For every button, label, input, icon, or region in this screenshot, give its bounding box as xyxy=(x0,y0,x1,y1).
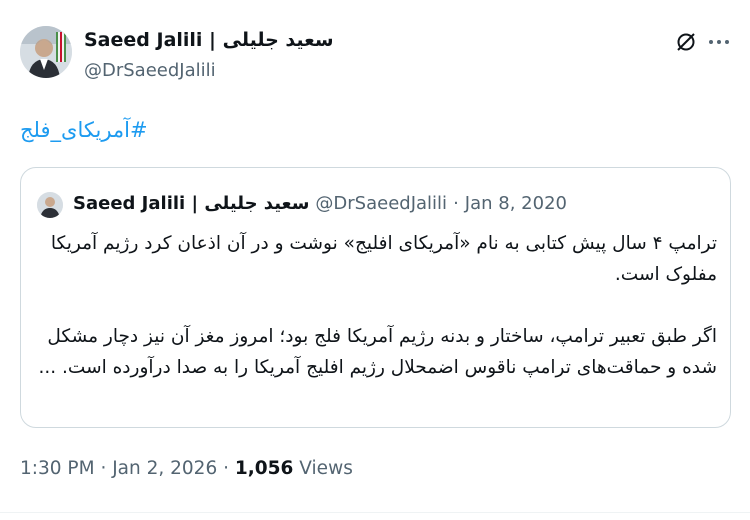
quoted-author-avatar xyxy=(37,192,63,218)
quoted-paragraph-1: ترامپ ۴ سال پیش کتابی به نام «آمریکای اف… xyxy=(50,233,717,285)
quoted-paragraph-2: اگر طبق تعبیر ترامپ، ساختار و بدنه رژیم … xyxy=(38,326,717,378)
grok-icon[interactable] xyxy=(674,30,698,54)
quoted-tweet-header: Saeed Jalili | سعید جلیلی @DrSaeedJalili… xyxy=(73,193,567,214)
quoted-tweet-text: ترامپ ۴ سال پیش کتابی به نام «آمریکای اف… xyxy=(37,228,717,383)
meta-separator: · xyxy=(100,458,113,479)
quoted-dot-separator: · xyxy=(453,193,459,214)
quoted-avatar-photo-icon xyxy=(37,192,63,218)
hashtag-link[interactable]: #آمریکای_فلج xyxy=(20,118,148,142)
tweet-meta: 1:30 PM · Jan 2, 2026 · 1,056 Views xyxy=(20,458,353,479)
tweet-date[interactable]: Jan 2, 2026 xyxy=(112,458,217,479)
quoted-tweet-date: Jan 8, 2020 xyxy=(464,193,567,214)
author-name-row: Saeed Jalili | سعید جلیلی xyxy=(84,29,334,51)
views-label: Views xyxy=(299,458,353,479)
quoted-author-handle: @DrSaeedJalili xyxy=(315,193,448,214)
views-count: 1,056 xyxy=(234,458,294,479)
tweet-time[interactable]: 1:30 PM xyxy=(20,458,95,479)
meta-separator: · xyxy=(223,458,235,479)
author-avatar[interactable] xyxy=(20,26,72,78)
quoted-author-name: Saeed Jalili | سعید جلیلی xyxy=(73,193,310,214)
divider xyxy=(0,512,750,513)
avatar-photo-icon xyxy=(20,26,72,78)
quoted-tweet-card[interactable]: Saeed Jalili | سعید جلیلی @DrSaeedJalili… xyxy=(20,167,731,428)
author-handle[interactable]: @DrSaeedJalili xyxy=(84,60,216,81)
more-options-icon[interactable] xyxy=(706,30,732,54)
author-display-name[interactable]: Saeed Jalili | سعید جلیلی xyxy=(84,29,334,51)
